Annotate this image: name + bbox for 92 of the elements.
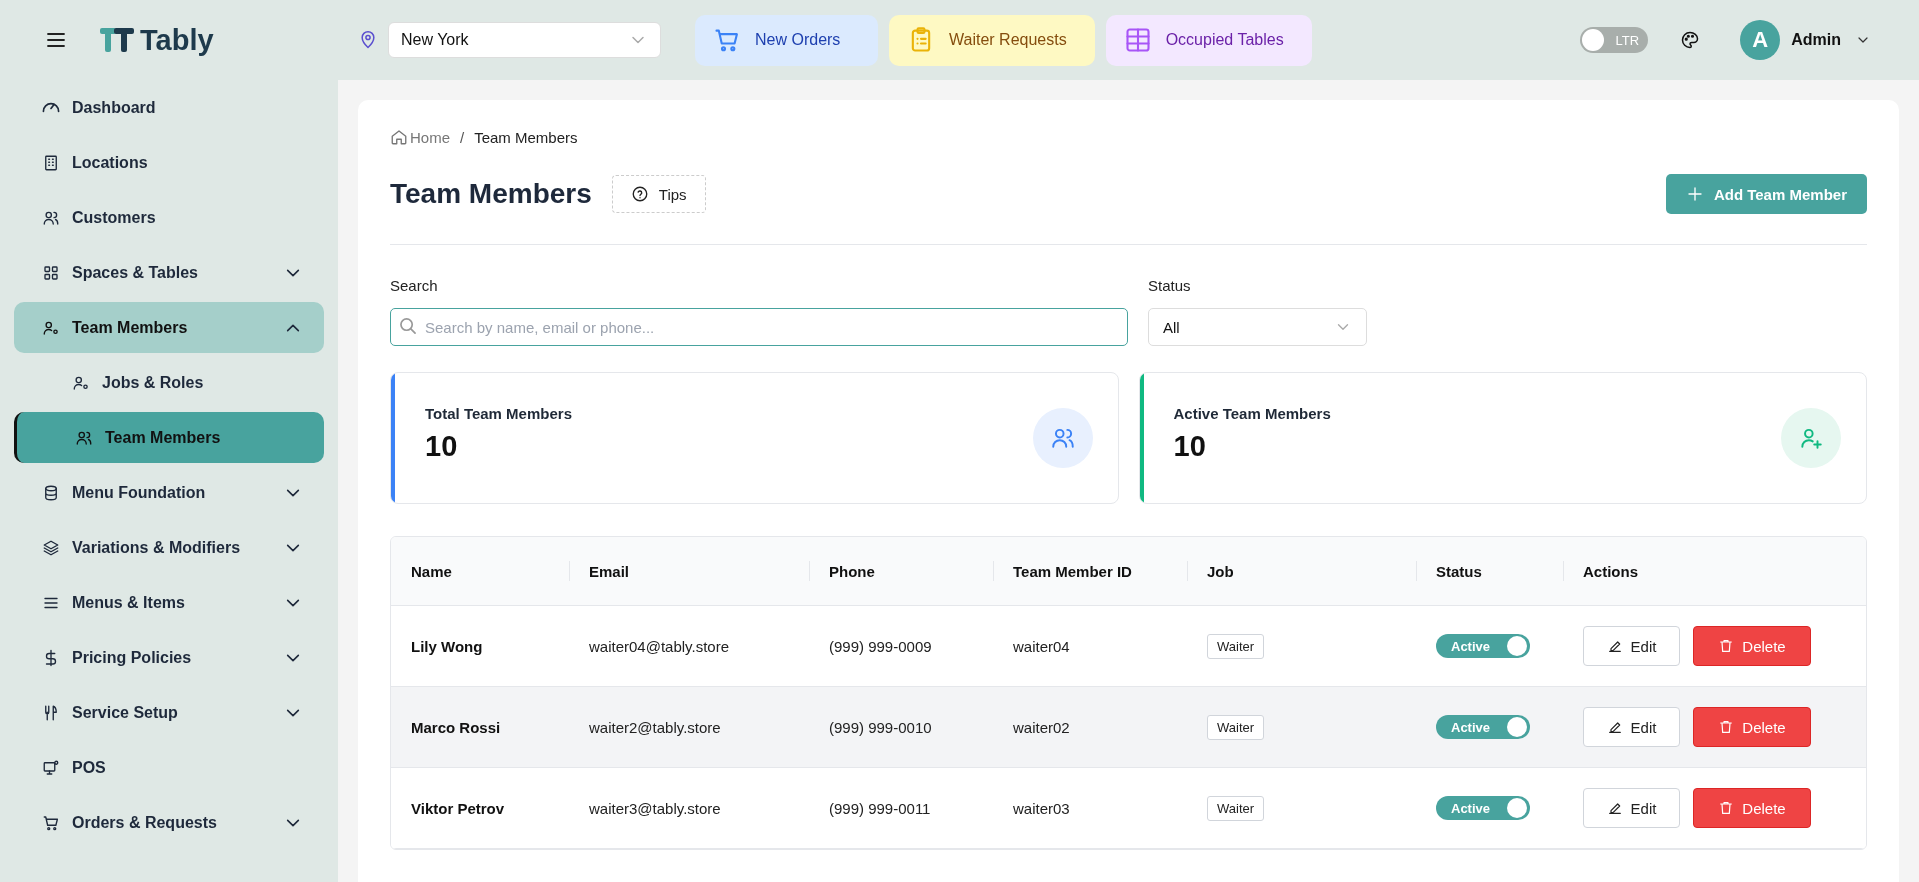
- chevron-down-icon: [286, 488, 300, 497]
- pencil-icon: [1606, 719, 1623, 735]
- table-icon: [1123, 26, 1152, 54]
- trash-icon: [1718, 719, 1735, 735]
- sidebar-item[interactable]: Pricing Policies: [14, 632, 324, 683]
- chevron-down-icon: [286, 598, 300, 607]
- quick-action-button[interactable]: Occupied Tables: [1105, 14, 1312, 66]
- chevron-down-icon: [286, 708, 300, 717]
- user-name[interactable]: Admin: [1791, 31, 1841, 49]
- edit-button[interactable]: Edit: [1583, 707, 1680, 747]
- chevron-down-icon: [286, 818, 300, 827]
- column-header: Actions: [1563, 537, 1866, 605]
- job-tag: Waiter: [1207, 714, 1265, 740]
- stat-value: 10: [1173, 430, 1207, 463]
- column-header: Phone: [809, 537, 993, 605]
- member-email: waiter04@tably.store: [589, 637, 729, 655]
- member-name: Viktor Petrov: [411, 799, 505, 817]
- pencil-icon: [1606, 638, 1623, 654]
- pencil-icon: [1606, 800, 1623, 816]
- sidebar-item[interactable]: Team Members: [14, 302, 324, 353]
- logo-icon: [100, 26, 136, 54]
- search-field[interactable]: Search by name, email or phone...: [390, 308, 1128, 346]
- sidebar-item[interactable]: Orders & Requests: [14, 797, 324, 848]
- column-header: Email: [569, 537, 809, 605]
- logo-text: Tably: [140, 23, 214, 57]
- delete-button[interactable]: Delete: [1693, 626, 1811, 666]
- member-phone: (999) 999-0010: [829, 718, 932, 736]
- trash-icon: [1718, 638, 1735, 654]
- location-select[interactable]: New York: [388, 22, 661, 58]
- breadcrumb-link[interactable]: Home: [390, 128, 450, 146]
- help-circle-icon: [630, 185, 649, 203]
- quick-action-button[interactable]: New Orders: [695, 14, 878, 66]
- quick-action-button[interactable]: Waiter Requests: [889, 14, 1095, 66]
- utensils-icon: [42, 703, 60, 722]
- sidebar-item[interactable]: Dashboard: [14, 82, 324, 133]
- member-phone: (999) 999-0009: [829, 637, 932, 655]
- tips-button[interactable]: Tips: [611, 175, 706, 213]
- job-tag: Waiter: [1207, 795, 1265, 821]
- search-icon: [400, 318, 416, 334]
- member-email: waiter2@tably.store: [589, 718, 721, 736]
- sidebar-item[interactable]: POS: [14, 742, 324, 793]
- sidebar-item[interactable]: Menus & Items: [14, 577, 324, 628]
- delete-button[interactable]: Delete: [1693, 707, 1811, 747]
- column-header: Team Member ID: [993, 537, 1187, 605]
- status-select[interactable]: All: [1148, 308, 1367, 346]
- location-pin-icon: [358, 30, 378, 50]
- member-id: waiter04: [1013, 637, 1070, 655]
- delete-button[interactable]: Delete: [1693, 788, 1811, 828]
- gauge-icon: [42, 102, 60, 113]
- column-header: Job: [1187, 537, 1416, 605]
- sidebar-item[interactable]: Locations: [14, 137, 324, 188]
- table-row[interactable]: Marco Rossi waiter2@tably.store (999) 999-0010 waiter02 Waiter Active Edit Delete: [391, 687, 1866, 768]
- chevron-down-icon: [286, 268, 300, 277]
- palette-icon: [1680, 30, 1701, 50]
- page-title: Team Members: [390, 178, 592, 210]
- member-name: Marco Rossi: [411, 718, 501, 736]
- sidebar-item[interactable]: Variations & Modifiers: [14, 522, 324, 573]
- field-label: Status: [1148, 277, 1192, 294]
- grid-icon: [42, 263, 60, 282]
- layers-icon: [42, 538, 60, 557]
- edit-button[interactable]: Edit: [1583, 626, 1680, 666]
- stat-label: Active Team Members: [1173, 405, 1332, 422]
- column-header: Status: [1416, 537, 1563, 605]
- sidebar-item[interactable]: Menu Foundation: [14, 467, 324, 518]
- breadcrumb-current: Team Members: [474, 128, 578, 146]
- plus-icon: [1685, 185, 1704, 203]
- cart-icon: [42, 813, 60, 832]
- sidebar-item[interactable]: Service Setup: [14, 687, 324, 738]
- job-tag: Waiter: [1207, 633, 1265, 659]
- sidebar-item[interactable]: Jobs & Roles: [14, 357, 324, 408]
- sidebar-item[interactable]: Team Members: [14, 412, 324, 463]
- edit-button[interactable]: Edit: [1583, 788, 1680, 828]
- member-phone: (999) 999-0011: [829, 799, 931, 817]
- member-id: waiter03: [1013, 799, 1070, 817]
- breadcrumb-separator: /: [460, 128, 465, 146]
- trash-icon: [1718, 800, 1735, 816]
- chevron-up-icon: [286, 323, 300, 332]
- building-icon: [42, 153, 60, 172]
- member-id: waiter02: [1013, 718, 1070, 736]
- sidebar-item[interactable]: Customers: [14, 192, 324, 243]
- column-header: Name: [410, 561, 453, 582]
- stat-label: Total Team Members: [425, 405, 573, 422]
- member-email: waiter3@tably.store: [589, 799, 721, 817]
- chevron-down-icon: [286, 543, 300, 552]
- field-label: Search: [390, 277, 439, 294]
- monitor-icon: [42, 758, 60, 777]
- stat-value: 10: [425, 430, 459, 463]
- chevron-down-icon: [286, 653, 300, 662]
- sidebar-item[interactable]: Spaces & Tables: [14, 247, 324, 298]
- member-name: Lily Wong: [411, 637, 483, 655]
- home-icon: [390, 128, 408, 146]
- database-icon: [42, 483, 60, 502]
